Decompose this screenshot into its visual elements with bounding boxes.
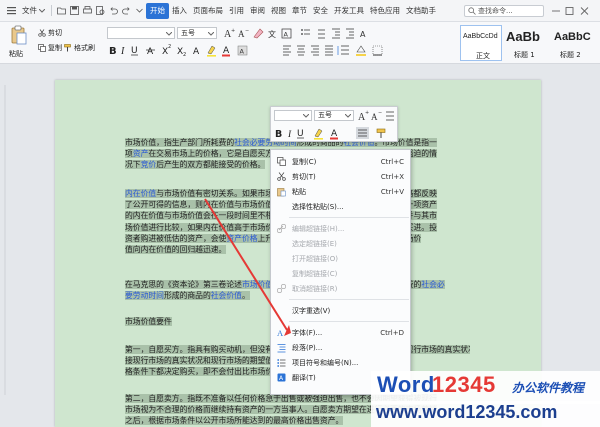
watermark-brand-prefix: Word: [377, 372, 435, 397]
watermark-url-banner: www.word12345.com: [371, 401, 600, 427]
watermark-brand-number: 12345: [432, 372, 496, 397]
watermark-banner: Word 12345 办公软件教程: [371, 371, 600, 404]
watermark-url: www.word12345.com: [376, 402, 558, 422]
watermark-tagline: 办公软件教程: [512, 381, 585, 395]
annotation-arrow: [204, 198, 291, 336]
